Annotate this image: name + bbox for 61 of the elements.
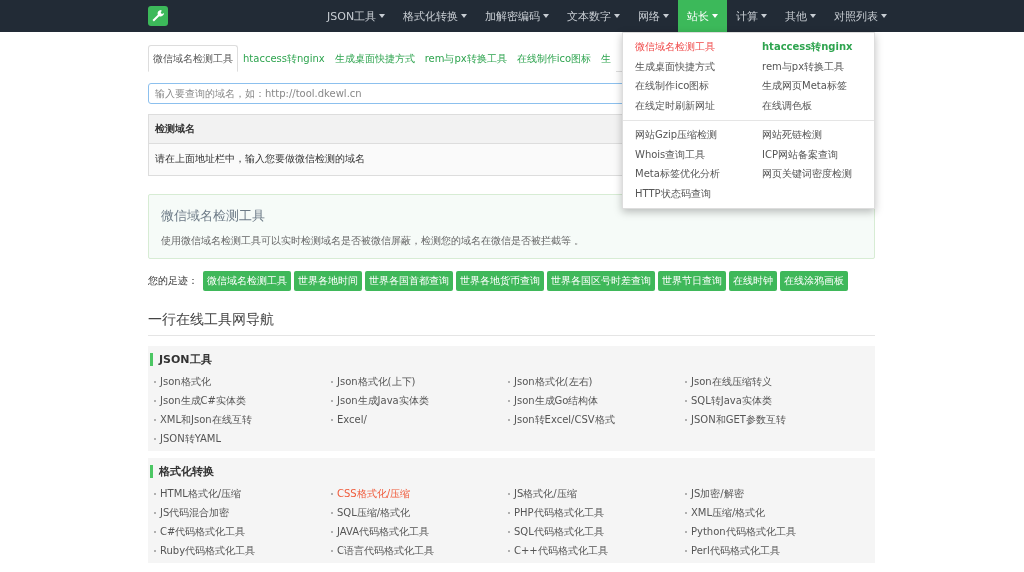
tool-link[interactable]: JS加密/解密 bbox=[691, 486, 744, 501]
caret-icon bbox=[663, 14, 670, 18]
tool-link[interactable]: Json格式化 bbox=[160, 374, 211, 389]
nav-menu-item[interactable]: 加解密编码 bbox=[476, 0, 559, 32]
caret-icon bbox=[379, 14, 386, 18]
nav-menu-item[interactable]: 文本数字 bbox=[558, 0, 630, 32]
tool-link[interactable]: Json格式化(左右) bbox=[514, 374, 593, 389]
tool-link[interactable]: XML和Json在线互转 bbox=[160, 412, 252, 427]
caret-icon bbox=[543, 14, 550, 18]
tab[interactable]: 微信域名检测工具 bbox=[148, 45, 238, 72]
info-title: 微信域名检测工具 bbox=[161, 207, 266, 225]
tool-link[interactable]: Json生成Java实体类 bbox=[337, 393, 429, 408]
wrench-logo-icon[interactable] bbox=[148, 6, 168, 26]
menu-item[interactable]: 网站Gzip压缩检测 bbox=[635, 125, 718, 145]
category-title: JSON工具 bbox=[150, 353, 875, 366]
caret-icon bbox=[712, 14, 719, 18]
tool-link[interactable]: HTML格式化/压缩 bbox=[160, 486, 242, 501]
menu-item[interactable]: ICP网站备案查询 bbox=[762, 144, 838, 164]
caret-icon bbox=[761, 14, 768, 18]
menu-item[interactable]: HTTP状态码查询 bbox=[635, 183, 711, 203]
tool-link[interactable]: Json在线压缩转义 bbox=[691, 374, 772, 389]
tool-link[interactable]: Python代码格式化工具 bbox=[691, 524, 796, 539]
tool-link[interactable]: Json格式化(上下) bbox=[337, 374, 416, 389]
tool-link[interactable]: Perl代码格式化工具 bbox=[691, 543, 780, 558]
nav-menu-item[interactable]: 网络 bbox=[629, 0, 679, 32]
footprints-label: 您的足迹： bbox=[148, 274, 198, 288]
nav-menu-item[interactable]: 对照列表 bbox=[825, 0, 897, 32]
tool-link[interactable]: SQL转Java实体类 bbox=[691, 393, 772, 408]
tool-link[interactable]: SQL压缩/格式化 bbox=[337, 505, 411, 520]
section-heading: 一行在线工具网导航 bbox=[148, 311, 875, 336]
tool-link[interactable]: JSON和GET参数互转 bbox=[691, 412, 786, 427]
info-text: 使用微信域名检测工具可以实时检测域名是否被微信屏蔽，检测您的域名在微信是否被拦截等 。 bbox=[161, 234, 586, 248]
tool-link[interactable]: SQL代码格式化工具 bbox=[514, 524, 604, 539]
caret-icon bbox=[614, 14, 621, 18]
menu-item[interactable]: 网站死链检测 bbox=[762, 125, 822, 145]
category-title: 格式化转换 bbox=[150, 465, 875, 478]
menu-item[interactable]: Whois查询工具 bbox=[635, 144, 706, 164]
tool-link[interactable]: JAVA代码格式化工具 bbox=[337, 524, 430, 539]
tool-link[interactable]: C语言代码格式化工具 bbox=[337, 543, 434, 558]
tool-link[interactable]: Excel/ bbox=[337, 414, 367, 425]
caret-icon bbox=[461, 14, 468, 18]
tool-link[interactable]: C++代码格式化工具 bbox=[514, 543, 608, 558]
tool-link[interactable]: JSON转YAML bbox=[160, 431, 222, 446]
menu-item[interactable]: rem与px转换工具 bbox=[762, 56, 845, 76]
nav-menu-item[interactable]: 其他 bbox=[776, 0, 826, 32]
caret-icon bbox=[810, 14, 817, 18]
tool-link[interactable]: PHP代码格式化工具 bbox=[514, 505, 604, 520]
tool-link[interactable]: Json生成C#实体类 bbox=[160, 393, 246, 408]
menu-item[interactable]: 微信域名检测工具 bbox=[635, 37, 715, 57]
nav-menu-item[interactable]: 格式化转换 bbox=[394, 0, 477, 32]
tool-link[interactable]: XML压缩/格式化 bbox=[691, 505, 766, 520]
tool-link[interactable]: Ruby代码格式化工具 bbox=[160, 543, 256, 558]
tool-link[interactable]: JS代码混合加密 bbox=[160, 505, 230, 520]
tool-link[interactable]: Json生成Go结构体 bbox=[514, 393, 599, 408]
nav-menu-item[interactable]: 计算 bbox=[727, 0, 777, 32]
nav-menu-item[interactable]: JSON工具 bbox=[318, 0, 395, 32]
menu-item[interactable]: 生成桌面快捷方式 bbox=[635, 56, 715, 76]
tool-link[interactable]: C#代码格式化工具 bbox=[160, 524, 246, 539]
tool-link[interactable]: Json转Excel/CSV格式 bbox=[514, 412, 615, 427]
tool-link[interactable]: JS格式化/压缩 bbox=[514, 486, 577, 501]
caret-icon bbox=[881, 14, 888, 18]
